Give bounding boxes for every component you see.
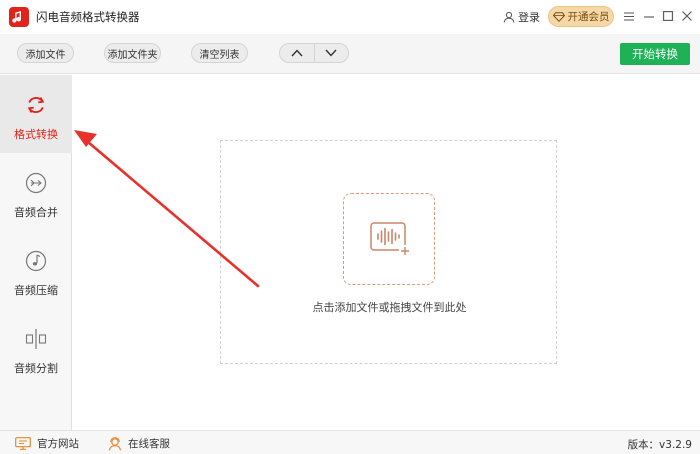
app-logo xyxy=(9,7,29,27)
login-button[interactable]: 登录 xyxy=(503,9,540,25)
compress-icon xyxy=(24,249,48,273)
support-icon xyxy=(108,436,122,450)
chevron-up-icon xyxy=(291,49,303,57)
sidebar-item-audio-merge[interactable]: 音频合并 xyxy=(0,153,72,231)
sidebar-item-format-convert[interactable]: 格式转换 xyxy=(0,75,72,153)
merge-icon xyxy=(24,171,48,195)
sidebar-item-label: 格式转换 xyxy=(14,128,58,141)
minimize-icon[interactable] xyxy=(641,8,657,24)
add-file-button[interactable]: 添加文件 xyxy=(17,43,74,63)
add-folder-button[interactable]: 添加文件夹 xyxy=(104,43,161,63)
official-website-label: 官方网站 xyxy=(37,438,79,450)
sidebar-item-audio-compress[interactable]: 音频压缩 xyxy=(0,231,72,309)
maximize-icon[interactable] xyxy=(660,8,676,24)
vip-button[interactable]: 开通会员 xyxy=(548,6,614,27)
login-label: 登录 xyxy=(518,11,540,24)
sidebar-item-audio-split[interactable]: 音频分割 xyxy=(0,309,72,387)
sidebar-item-label: 音频合并 xyxy=(14,206,58,219)
user-icon xyxy=(503,11,515,23)
app-title: 闪电音频格式转换器 xyxy=(36,10,140,24)
vip-label: 开通会员 xyxy=(567,11,610,23)
close-icon[interactable] xyxy=(679,8,695,24)
sidebar: 格式转换 音频合并 音频压缩 音频分割 xyxy=(0,75,72,430)
sidebar-item-label: 音频压缩 xyxy=(14,284,58,297)
move-up-button[interactable] xyxy=(280,44,314,62)
file-drop-zone[interactable]: 点击添加文件或拖拽文件到此处 xyxy=(220,140,557,364)
official-website-link[interactable]: 官方网站 xyxy=(15,436,79,451)
clear-list-button[interactable]: 清空列表 xyxy=(191,43,248,63)
split-icon xyxy=(24,327,48,351)
add-file-area[interactable] xyxy=(343,193,435,285)
diamond-icon xyxy=(552,11,565,22)
move-down-button[interactable] xyxy=(313,44,349,62)
start-convert-button[interactable]: 开始转换 xyxy=(620,43,690,65)
monitor-icon xyxy=(15,437,31,450)
online-support-link[interactable]: 在线客服 xyxy=(108,436,170,451)
online-support-label: 在线客服 xyxy=(128,438,170,450)
chevron-down-icon xyxy=(325,49,337,57)
refresh-icon xyxy=(24,93,48,117)
title-bar: 闪电音频格式转换器 登录 开通会员 xyxy=(0,0,700,34)
status-bar: 官方网站 在线客服 版本：v3.2.9 xyxy=(0,430,700,454)
audio-add-icon xyxy=(370,222,411,257)
version-label: 版本：v3.2.9 xyxy=(627,439,692,451)
menu-icon[interactable] xyxy=(621,8,637,24)
toolbar: 添加文件 添加文件夹 清空列表 开始转换 xyxy=(0,34,700,74)
music-note-icon xyxy=(12,11,22,23)
sidebar-item-label: 音频分割 xyxy=(14,362,58,375)
drop-hint: 点击添加文件或拖拽文件到此处 xyxy=(312,301,467,314)
move-buttons xyxy=(279,43,349,63)
